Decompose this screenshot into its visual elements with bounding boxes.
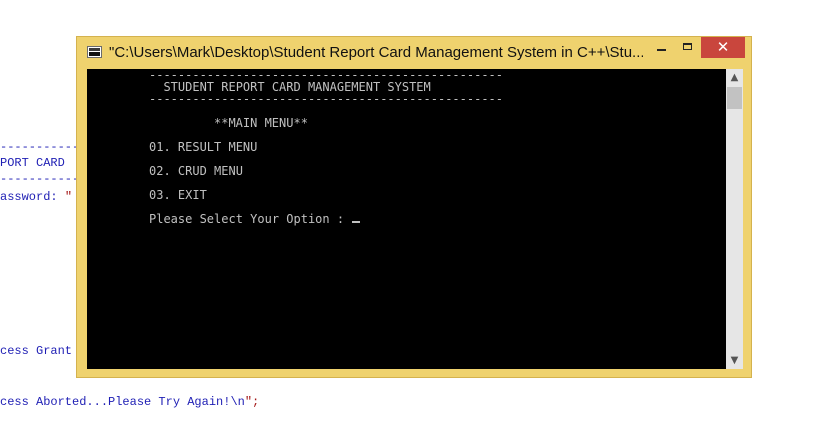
code-string: ";: [244, 395, 260, 409]
text-cursor: [352, 221, 361, 223]
console-window: "C:\Users\Mark\Desktop\Student Report Ca…: [76, 36, 752, 378]
scroll-up-icon[interactable]: ▲: [726, 69, 743, 86]
window-title: "C:\Users\Mark\Desktop\Student Report Ca…: [109, 44, 643, 61]
minimize-button[interactable]: [649, 37, 675, 58]
console-output[interactable]: ----------------------------------------…: [87, 69, 726, 369]
code-line: PORT CARD: [0, 156, 65, 170]
code-string: ": [64, 190, 73, 204]
menu-option-result: 01. RESULT MENU: [149, 140, 258, 154]
code-line: -----------: [0, 172, 80, 186]
code-line: -----------: [0, 140, 80, 154]
menu-title: **MAIN MENU**: [214, 116, 308, 130]
code-line: cess Aborted...Please Try Again!\n";: [0, 395, 259, 409]
menu-option-exit: 03. EXIT: [149, 188, 207, 202]
prompt-text: Please Select Your Option :: [149, 212, 352, 226]
option-prompt[interactable]: Please Select Your Option :: [149, 212, 361, 226]
code-text: cess Aborted...Please Try Again!\n: [0, 395, 245, 409]
title-bar[interactable]: "C:\Users\Mark\Desktop\Student Report Ca…: [77, 37, 751, 69]
scroll-down-icon[interactable]: ▼: [726, 352, 743, 369]
close-icon: ✕: [716, 38, 730, 56]
scrollbar-thumb[interactable]: [727, 87, 742, 109]
code-text: assword:: [0, 190, 65, 204]
menu-option-crud: 02. CRUD MENU: [149, 164, 243, 178]
close-button[interactable]: ✕: [701, 37, 745, 58]
vertical-scrollbar[interactable]: ▲ ▼: [726, 69, 743, 369]
maximize-button[interactable]: [675, 37, 701, 58]
code-line: cess Grant: [0, 344, 73, 358]
console-app-icon[interactable]: [87, 46, 102, 58]
code-line: assword: ": [0, 190, 72, 204]
rule-bottom: ----------------------------------------…: [149, 92, 504, 106]
